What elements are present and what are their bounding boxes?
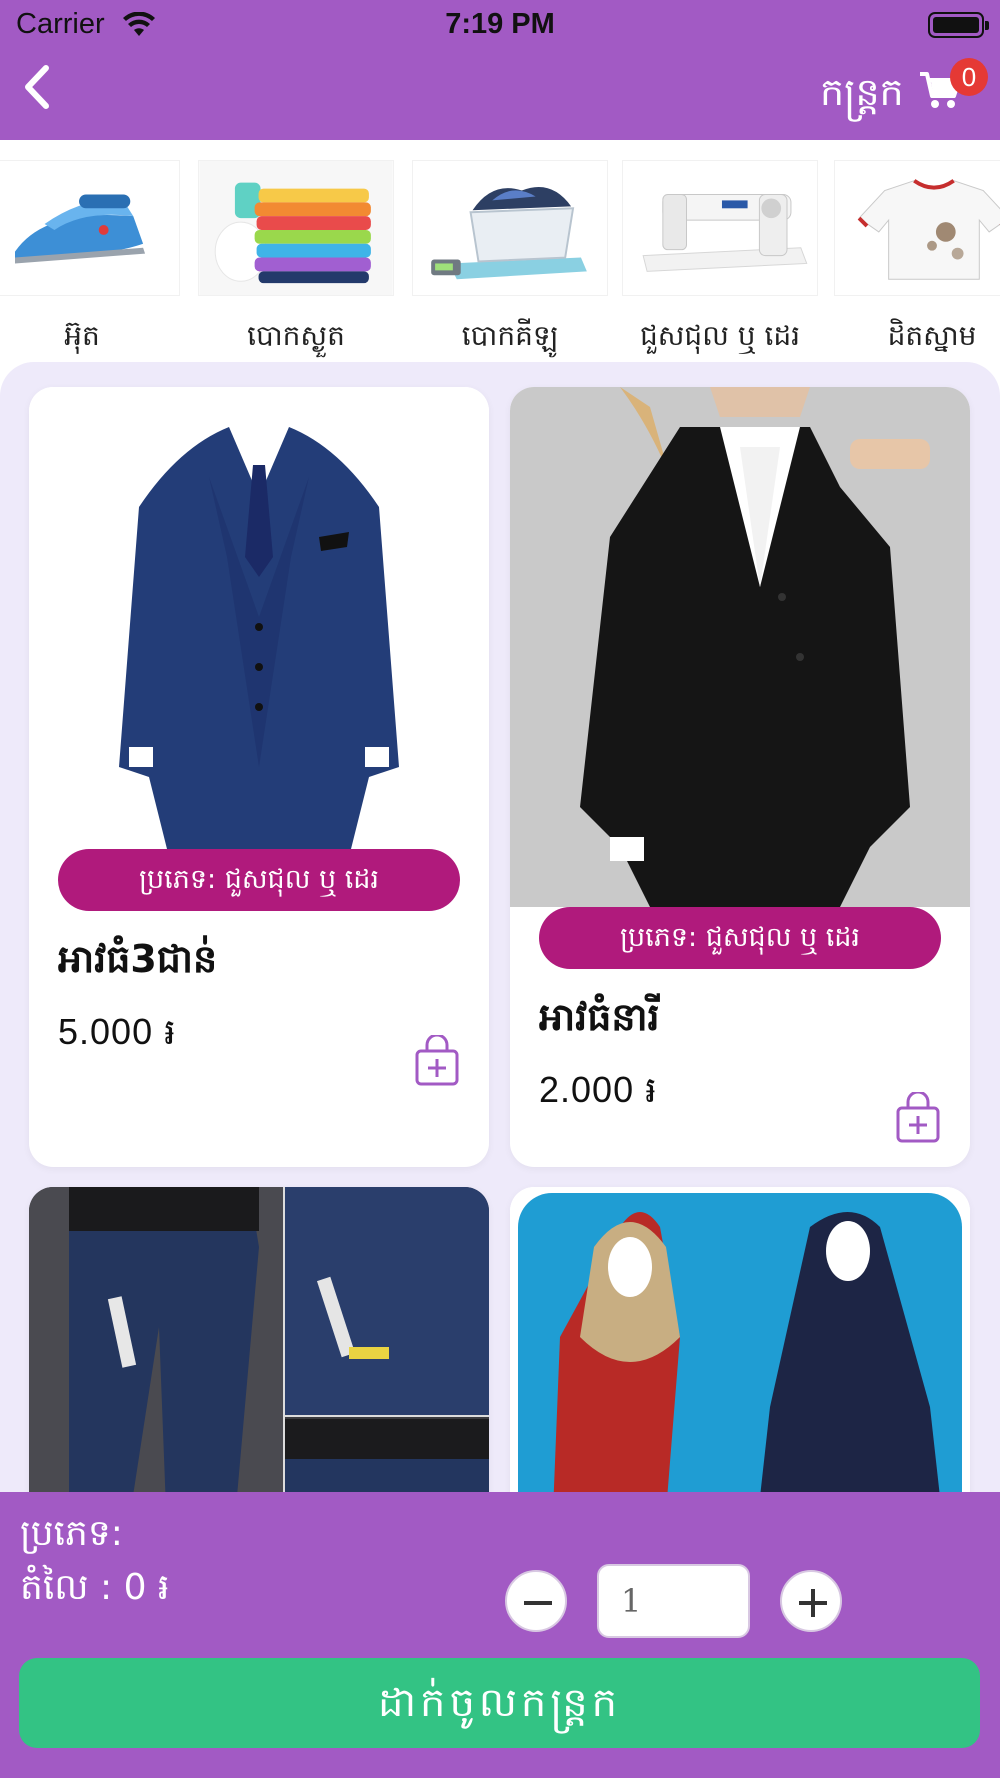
- clock: 7:19 PM: [445, 8, 555, 40]
- category-item-wash-dry[interactable]: បោកស្ងួត: [198, 160, 394, 356]
- back-button[interactable]: [14, 60, 64, 114]
- category-item-stain-removal[interactable]: ដិតស្នាម: [834, 160, 1000, 356]
- product-price: 2.000 ៛: [539, 1069, 658, 1110]
- add-to-bag-icon[interactable]: [895, 1092, 941, 1144]
- category-strip: អ៊ុត បោកស្ងួត បោកគីឡូ ជួសជុល ឬ ដេរ ដិតស្…: [0, 140, 1000, 362]
- category-label: បោកស្ងួត: [247, 319, 345, 352]
- selected-type-label: ប្រភេទ:: [20, 1513, 123, 1554]
- product-card[interactable]: ប្រភេទ: ជួសជុល ឬ ដេរ អាវធំ3ជាន់ 5.000 ៛: [29, 387, 489, 1167]
- selected-price-label: តំលៃ : 0 ៛: [20, 1567, 170, 1608]
- laundry-basket-scale-icon: [412, 160, 608, 296]
- product-type-pill: ប្រភេទ: ជួសជុល ឬ ដេរ: [539, 907, 941, 969]
- product-card[interactable]: [510, 1187, 970, 1492]
- iron-icon: [0, 160, 180, 296]
- product-image: [29, 1187, 489, 1492]
- cart-count-badge: 0: [950, 58, 988, 96]
- category-item-repair-sew[interactable]: ជួសជុល ឬ ដេរ: [622, 160, 818, 356]
- product-card[interactable]: [29, 1187, 489, 1492]
- product-card[interactable]: ប្រភេទ: ជួសជុល ឬ ដេរ អាវធំនារី 2.000 ៛: [510, 387, 970, 1167]
- sewing-machine-icon: [622, 160, 818, 296]
- stained-shirt-icon: [834, 160, 1000, 296]
- product-name: អាវធំ3ជាន់: [58, 937, 218, 981]
- category-label: បោកគីឡូ: [461, 319, 559, 352]
- category-item-wash-per-kilo[interactable]: បោកគីឡូ: [412, 160, 608, 356]
- product-price: 5.000 ៛: [58, 1011, 177, 1052]
- top-bar: Carrier 7:19 PM កន្ត្រក 0: [0, 0, 1000, 140]
- cart-label[interactable]: កន្ត្រក: [820, 68, 904, 124]
- product-image: [510, 387, 970, 907]
- category-label: ដិតស្នាម: [887, 319, 977, 352]
- quantity-decrease-button[interactable]: [505, 1570, 567, 1632]
- folded-clothes-icon: [198, 160, 394, 296]
- category-item-iron[interactable]: អ៊ុត: [0, 160, 180, 356]
- product-name: អាវធំនារី: [539, 995, 660, 1039]
- category-label: អ៊ុត: [64, 319, 100, 352]
- battery-icon: [928, 12, 989, 38]
- add-to-bag-icon[interactable]: [414, 1035, 460, 1087]
- category-label: ជួសជុល ឬ ដេរ: [640, 319, 800, 352]
- status-bar: Carrier 7:19 PM: [0, 0, 1000, 50]
- product-image: [29, 387, 489, 857]
- bottom-panel: ប្រភេទ: តំលៃ : 0 ៛ 1 ដាក់ចូលកន្ត្រក: [0, 1492, 1000, 1778]
- quantity-input[interactable]: 1: [597, 1564, 750, 1638]
- product-grid: ប្រភេទ: ជួសជុល ឬ ដេរ អាវធំ3ជាន់ 5.000 ៛ …: [0, 362, 1000, 1492]
- quantity-increase-button[interactable]: [780, 1570, 842, 1632]
- product-type-pill: ប្រភេទ: ជួសជុល ឬ ដេរ: [58, 849, 460, 911]
- product-image: [510, 1187, 970, 1492]
- add-to-cart-button[interactable]: ដាក់ចូលកន្ត្រក: [19, 1658, 980, 1748]
